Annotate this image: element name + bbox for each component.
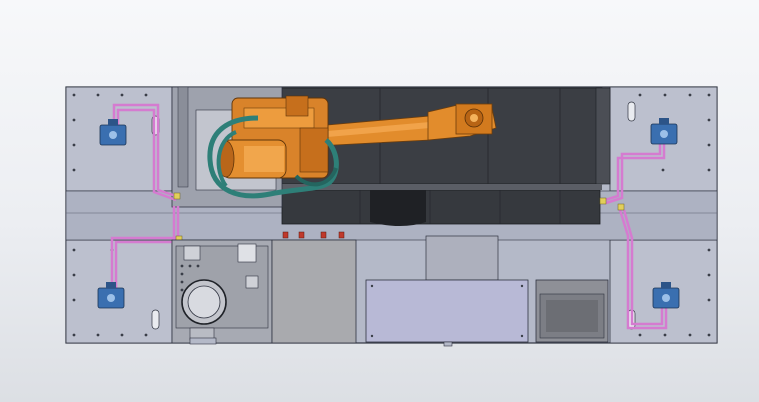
- lavender-panel: [365, 279, 529, 343]
- cable-chain: [281, 189, 601, 225]
- layout-drawing: [65, 86, 718, 347]
- chain-loop: [370, 190, 426, 226]
- cad-viewport[interactable]: [0, 0, 759, 402]
- track-end-cap: [595, 87, 611, 185]
- upper-panel: [425, 235, 499, 281]
- hydraulic-power-unit: [171, 239, 273, 344]
- electrical-cabinet: [271, 231, 357, 344]
